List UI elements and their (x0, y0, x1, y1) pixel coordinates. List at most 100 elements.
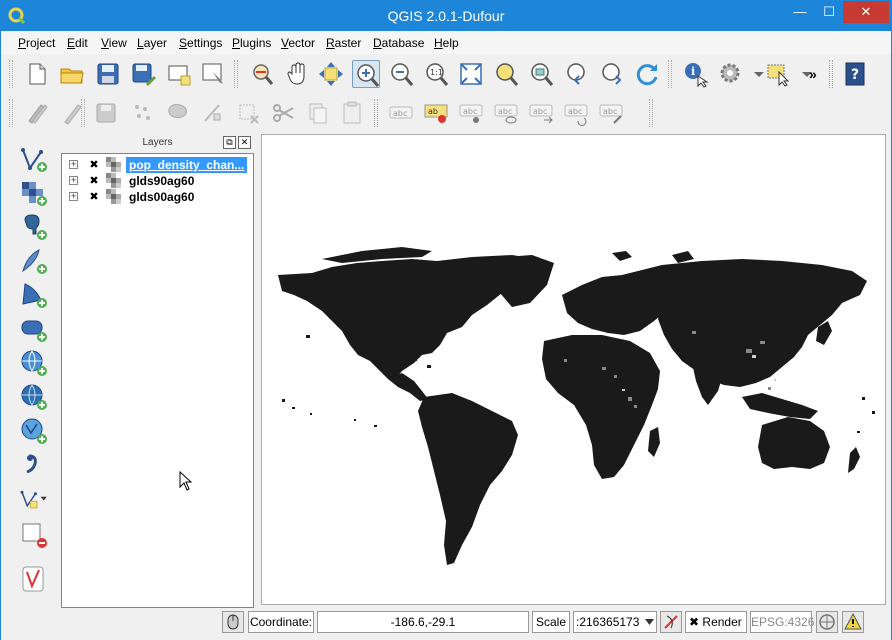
menu-project[interactable]: Project (18, 36, 55, 50)
remove-layer-button[interactable] (19, 520, 49, 550)
layer-item-glds00ag60[interactable]: + ✖ glds00ag60 (63, 189, 252, 205)
add-spatialite-layer-button[interactable] (19, 246, 49, 276)
save-as-button[interactable] (129, 60, 157, 88)
toolbar-grip[interactable] (829, 60, 833, 88)
add-vector-layer-button[interactable] (19, 144, 49, 174)
pan-map-button[interactable] (283, 60, 311, 88)
zoom-native-resolution-button[interactable]: 1:1 (422, 60, 450, 88)
menu-vector[interactable]: Vector (281, 36, 315, 50)
add-wfs-layer-button[interactable] (19, 416, 49, 446)
toolbar-grip[interactable] (668, 60, 672, 88)
layer-item-pop-density-change[interactable]: + ✖ pop_density_chan... (63, 157, 252, 173)
toolbar-grip[interactable] (234, 60, 238, 88)
add-wcs-layer-button[interactable] (19, 382, 49, 412)
copy-features-button[interactable] (304, 99, 332, 127)
show-hide-labels-button[interactable]: abc (492, 99, 520, 127)
add-mssql-layer-button[interactable] (19, 280, 49, 310)
cut-features-button[interactable] (269, 99, 297, 127)
layer-tree[interactable]: + ✖ pop_density_chan... + ✖ glds90ag60 +… (61, 153, 254, 608)
crs-status-button[interactable]: EPSG:4326 (750, 611, 814, 633)
open-project-button[interactable] (58, 60, 86, 88)
add-postgis-layer-button[interactable] (19, 212, 49, 242)
maximize-button[interactable]: ☐ (815, 1, 843, 23)
new-shapefile-layer-button[interactable] (19, 484, 59, 514)
layers-panel-titlebar[interactable]: Layers ⧉ ✕ (61, 134, 254, 152)
add-feature-button[interactable] (129, 99, 157, 127)
menu-plugins[interactable]: Plugins (232, 36, 271, 50)
add-oracle-layer-button[interactable] (19, 314, 49, 344)
add-wms-layer-button[interactable] (19, 348, 49, 378)
zoom-in-button[interactable] (352, 60, 380, 88)
layer-visibility-checkbox[interactable]: ✖ (88, 191, 100, 203)
zoom-full-button[interactable] (457, 60, 485, 88)
crs-projection-button[interactable] (816, 611, 838, 633)
current-edits-button[interactable] (23, 99, 51, 127)
layer-labeling-options-button[interactable]: abc (387, 99, 415, 127)
zoom-last-button[interactable] (563, 60, 591, 88)
composer-manager-button[interactable] (199, 60, 227, 88)
toggle-extents-button[interactable] (222, 611, 244, 633)
menu-edit[interactable]: Edit (67, 36, 88, 50)
pin-labels-button[interactable]: abc (457, 99, 485, 127)
map-canvas[interactable] (261, 134, 886, 605)
select-features-dropdown[interactable] (793, 60, 812, 88)
select-features-button[interactable] (765, 60, 793, 88)
stop-render-button[interactable] (660, 611, 682, 633)
run-action-dropdown[interactable] (745, 60, 764, 88)
move-label-button[interactable]: abc (527, 99, 555, 127)
delete-selected-button[interactable] (234, 99, 262, 127)
expand-toggle[interactable]: + (69, 160, 78, 169)
menu-raster[interactable]: Raster (326, 36, 361, 50)
expand-toggle[interactable]: + (69, 176, 78, 185)
layer-visibility-checkbox[interactable]: ✖ (88, 175, 100, 187)
rotate-label-button[interactable]: abc (562, 99, 590, 127)
title-bar[interactable]: QGIS 2.0.1-Dufour — ☐ ✕ (1, 1, 891, 31)
toolbar-overflow-button[interactable]: » (809, 60, 823, 88)
zoom-to-layer-button[interactable] (527, 60, 555, 88)
save-layer-edits-button[interactable] (93, 99, 121, 127)
toolbar-grip[interactable] (649, 99, 653, 127)
add-raster-layer-button[interactable] (19, 178, 49, 208)
close-panel-button[interactable]: ✕ (238, 136, 251, 149)
toolbar-grip[interactable] (81, 99, 85, 127)
node-tool-button[interactable] (199, 99, 227, 127)
new-print-composer-button[interactable] (165, 60, 193, 88)
coordinate-field[interactable]: -186.6,-29.1 (317, 611, 529, 633)
save-project-button[interactable] (94, 60, 122, 88)
toolbar-grip[interactable] (374, 99, 378, 127)
menu-database[interactable]: Database (373, 36, 424, 50)
highlight-pinned-labels-button[interactable]: ab (422, 99, 450, 127)
help-contents-button[interactable]: ? (841, 60, 869, 88)
layer-visibility-checkbox[interactable]: ✖ (88, 159, 100, 171)
identify-features-button[interactable]: i (682, 60, 710, 88)
change-label-button[interactable]: abc (597, 99, 625, 127)
scale-combobox[interactable]: :216365173 (573, 611, 657, 633)
paste-features-button[interactable] (338, 99, 366, 127)
refresh-button[interactable] (633, 60, 661, 88)
float-panel-button[interactable]: ⧉ (223, 136, 236, 149)
menu-view[interactable]: View (101, 36, 127, 50)
minimize-button[interactable]: — (785, 1, 815, 23)
menu-settings[interactable]: Settings (179, 36, 222, 50)
messages-button[interactable] (842, 611, 864, 633)
zoom-actual-button[interactable] (248, 60, 276, 88)
add-virtual-layer-button[interactable] (19, 564, 49, 594)
menu-layer[interactable]: Layer (137, 36, 167, 50)
render-checkbox[interactable]: ✖ (689, 615, 699, 629)
expand-toggle[interactable]: + (69, 192, 78, 201)
pan-to-selection-button[interactable] (317, 60, 345, 88)
panel-splitter[interactable] (255, 134, 260, 608)
zoom-out-button[interactable] (387, 60, 415, 88)
toolbar-grip[interactable] (9, 99, 13, 127)
render-toggle[interactable]: ✖ Render (685, 611, 747, 633)
zoom-next-button[interactable] (598, 60, 626, 88)
add-delimited-text-layer-button[interactable] (19, 450, 49, 480)
layer-item-glds90ag60[interactable]: + ✖ glds90ag60 (63, 173, 252, 189)
zoom-to-selection-button[interactable] (492, 60, 520, 88)
toolbar-grip[interactable] (9, 60, 13, 88)
run-action-button[interactable] (717, 60, 745, 88)
move-feature-button[interactable] (164, 99, 192, 127)
menu-help[interactable]: Help (434, 36, 459, 50)
close-button[interactable]: ✕ (843, 1, 889, 23)
new-project-button[interactable] (23, 60, 51, 88)
